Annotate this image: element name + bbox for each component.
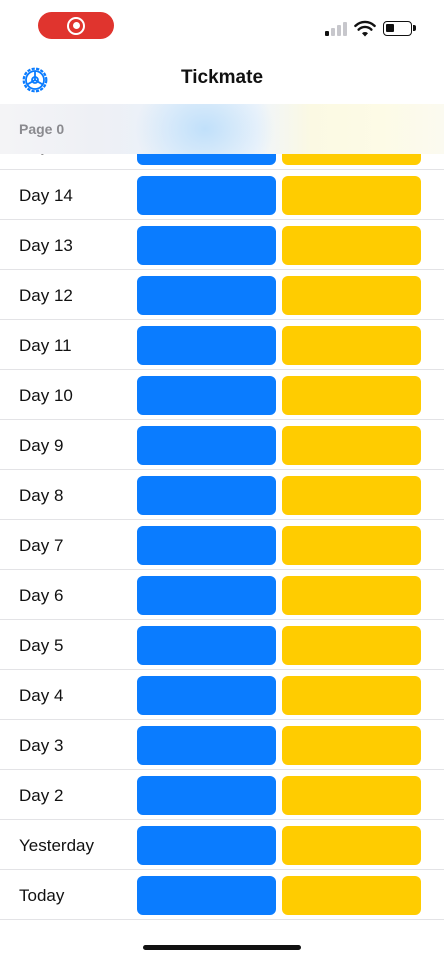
- day-row: Day 9: [0, 420, 444, 470]
- tick-cell-yellow[interactable]: [282, 626, 421, 665]
- tick-cell-blue[interactable]: [137, 876, 276, 915]
- day-row: Day 2: [0, 770, 444, 820]
- day-label: Day 5: [19, 636, 64, 655]
- day-list: Day 15Day 14Day 13Day 12Day 11Day 10Day …: [0, 120, 444, 922]
- navigation-bar: Tickmate: [0, 52, 444, 104]
- page-header: Page 0: [0, 104, 444, 154]
- record-icon: [67, 16, 85, 35]
- day-row: Day 6: [0, 570, 444, 620]
- tick-cell-blue[interactable]: [137, 526, 276, 565]
- tick-cell-blue[interactable]: [137, 176, 276, 215]
- tick-cell-yellow[interactable]: [282, 826, 421, 865]
- status-bar: [0, 0, 444, 52]
- row-divider: [0, 919, 444, 920]
- day-label: Day 2: [19, 786, 64, 805]
- tick-cell-blue[interactable]: [137, 276, 276, 315]
- page-label: Page 0: [19, 121, 65, 137]
- tick-cell-yellow[interactable]: [282, 426, 421, 465]
- home-indicator[interactable]: [143, 945, 301, 950]
- day-label: Day 14: [19, 186, 73, 205]
- battery-cap: [413, 25, 416, 31]
- tick-cell-yellow[interactable]: [282, 576, 421, 615]
- day-row: Day 8: [0, 470, 444, 520]
- cellular-signal-icon: [325, 22, 347, 36]
- tick-cell-blue[interactable]: [137, 576, 276, 615]
- tick-cell-yellow[interactable]: [282, 726, 421, 765]
- tick-cell-blue[interactable]: [137, 426, 276, 465]
- day-label: Day 3: [19, 736, 64, 755]
- tick-cell-yellow[interactable]: [282, 276, 421, 315]
- day-row: Day 12: [0, 270, 444, 320]
- tick-cell-blue[interactable]: [137, 326, 276, 365]
- tick-cell-yellow[interactable]: [282, 476, 421, 515]
- tick-cell-blue[interactable]: [137, 226, 276, 265]
- day-row: Day 7: [0, 520, 444, 570]
- tick-cell-blue[interactable]: [137, 626, 276, 665]
- tick-cell-blue[interactable]: [137, 676, 276, 715]
- day-row: Day 11: [0, 320, 444, 370]
- day-label: Day 12: [19, 286, 73, 305]
- day-row: Yesterday: [0, 820, 444, 870]
- day-label: Day 9: [19, 436, 64, 455]
- day-label: Day 10: [19, 386, 73, 405]
- tick-cell-yellow[interactable]: [282, 776, 421, 815]
- tick-cell-yellow[interactable]: [282, 526, 421, 565]
- tick-cell-yellow[interactable]: [282, 376, 421, 415]
- page-title: Tickmate: [180, 67, 264, 88]
- day-label: Yesterday: [19, 836, 94, 855]
- day-row: Day 10: [0, 370, 444, 420]
- tick-cell-blue[interactable]: [137, 776, 276, 815]
- day-row: Day 13: [0, 220, 444, 270]
- tick-cell-blue[interactable]: [137, 826, 276, 865]
- day-label: Day 13: [19, 236, 73, 255]
- day-row: Day 5: [0, 620, 444, 670]
- day-row: Day 4: [0, 670, 444, 720]
- tick-cell-yellow[interactable]: [282, 876, 421, 915]
- day-label: Day 8: [19, 486, 64, 505]
- day-label: Day 7: [19, 536, 64, 555]
- day-row: Today: [0, 870, 444, 920]
- tick-cell-yellow[interactable]: [282, 676, 421, 715]
- tick-cell-yellow[interactable]: [282, 176, 421, 215]
- tick-cell-blue[interactable]: [137, 726, 276, 765]
- tick-cell-yellow[interactable]: [282, 326, 421, 365]
- battery-icon: [383, 21, 412, 36]
- day-label: Day 11: [19, 336, 72, 355]
- day-label: Today: [19, 886, 65, 905]
- tick-cell-blue[interactable]: [137, 376, 276, 415]
- day-row: Day 3: [0, 720, 444, 770]
- screen-recording-indicator[interactable]: [38, 12, 114, 39]
- day-row: Day 14: [0, 170, 444, 220]
- tick-cell-yellow[interactable]: [282, 226, 421, 265]
- wifi-icon: [354, 20, 376, 37]
- day-label: Day 4: [19, 686, 64, 705]
- day-label: Day 6: [19, 586, 64, 605]
- tick-cell-blue[interactable]: [137, 476, 276, 515]
